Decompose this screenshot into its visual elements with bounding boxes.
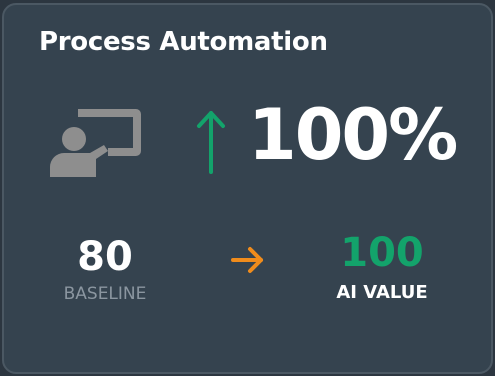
arrow-up-icon [197,111,225,174]
ai-value: 100 [340,230,424,276]
card-title: Process Automation [39,27,328,57]
ai-value-label: AI VALUE [336,282,428,303]
change-percent: 100% [248,94,458,176]
arrow-right-icon [231,247,263,273]
process-automation-card: Process Automation 100% 80 BASELINE 100 … [2,3,493,374]
presenter-board-icon [50,109,141,177]
baseline-value: 80 [77,234,133,280]
baseline-label: BASELINE [63,284,147,304]
